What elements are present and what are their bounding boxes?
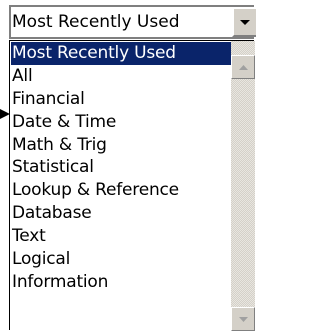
arrow-right-icon xyxy=(0,109,10,119)
category-combo-box[interactable]: Most Recently Used xyxy=(9,5,256,39)
category-list[interactable]: Most Recently Used All Financial Date & Tim… xyxy=(11,42,231,330)
arrow-down-icon xyxy=(239,317,248,322)
list-item[interactable]: Math & Trig xyxy=(11,134,231,157)
list-item[interactable]: Financial xyxy=(11,88,231,111)
scrollbar[interactable] xyxy=(231,41,255,331)
list-item[interactable]: Lookup & Reference xyxy=(11,179,231,202)
list-item[interactable]: Most Recently Used xyxy=(11,42,231,65)
scroll-down-button[interactable] xyxy=(231,307,255,331)
list-item[interactable]: Logical xyxy=(11,248,231,271)
list-item[interactable]: Database xyxy=(11,202,231,225)
list-item[interactable]: All xyxy=(11,65,231,88)
list-item[interactable]: Text xyxy=(11,225,231,248)
list-item[interactable]: Statistical xyxy=(11,156,231,179)
scroll-up-button[interactable] xyxy=(231,55,255,79)
category-dropdown-list[interactable]: Most Recently Used All Financial Date & Tim… xyxy=(9,40,255,331)
list-item[interactable]: Date & Time xyxy=(11,111,231,134)
chevron-down-icon xyxy=(240,20,250,25)
list-item[interactable]: Information xyxy=(11,271,231,294)
dropdown-button[interactable] xyxy=(232,7,256,37)
combo-selected-value: Most Recently Used xyxy=(12,12,180,32)
arrow-up-icon xyxy=(239,65,248,70)
